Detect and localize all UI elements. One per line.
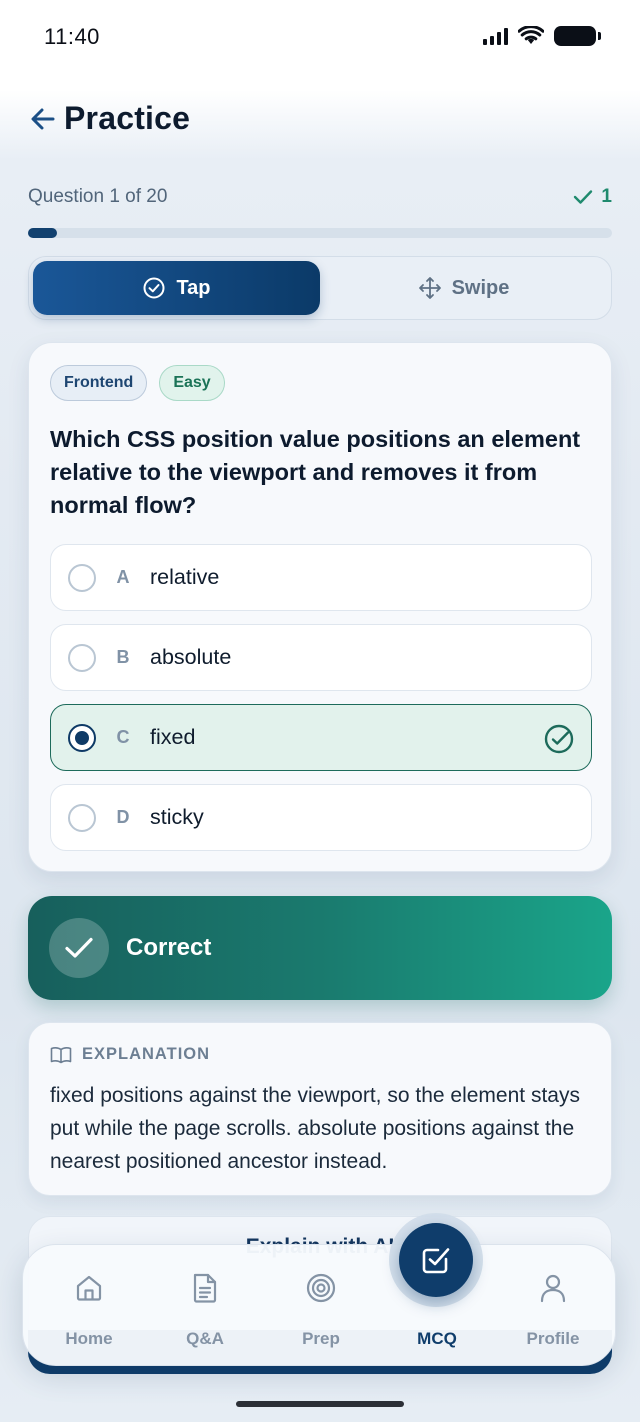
tab-prep[interactable]: Prep — [263, 1245, 379, 1367]
book-icon — [50, 1046, 72, 1063]
tab-qa[interactable]: Q&A — [147, 1245, 263, 1367]
tab-label: Q&A — [186, 1329, 224, 1348]
document-icon — [188, 1271, 222, 1305]
mode-swipe-label: Swipe — [451, 276, 510, 299]
option-d[interactable]: D sticky — [50, 784, 592, 851]
checkbox-icon — [422, 1248, 450, 1274]
question-card: Frontend Easy Which CSS position value p… — [28, 342, 612, 872]
checkmark-icon — [574, 190, 593, 204]
explanation-text: fixed positions against the viewport, so… — [50, 1084, 580, 1173]
tab-label: Prep — [302, 1329, 340, 1348]
explanation-card: EXPLANATION fixed positions against the … — [28, 1022, 612, 1196]
question-text: Which CSS position value positions an el… — [50, 426, 581, 518]
option-b[interactable]: B absolute — [50, 624, 592, 691]
difficulty-tag: Easy — [159, 365, 225, 401]
tab-label: Home — [65, 1329, 113, 1348]
option-letter: D — [116, 807, 130, 827]
explanation-heading-text: EXPLANATION — [82, 1045, 211, 1063]
status-time: 11:40 — [44, 24, 100, 49]
option-text: relative — [150, 565, 220, 589]
progress-bar-fill — [28, 228, 58, 238]
back-arrow-icon[interactable] — [28, 104, 58, 134]
mode-swipe-button[interactable]: Swipe — [320, 261, 607, 315]
mcq-fab-button[interactable] — [399, 1223, 473, 1297]
option-text: absolute — [150, 645, 232, 669]
result-label: Correct — [126, 934, 212, 961]
tab-home[interactable]: Home — [31, 1245, 147, 1367]
option-letter: A — [116, 567, 130, 587]
radio-button[interactable] — [68, 803, 96, 832]
move-arrows-icon — [418, 277, 441, 299]
mode-toggle: Tap Swipe — [28, 256, 612, 320]
home-indicator — [236, 1401, 404, 1407]
option-text: sticky — [150, 805, 204, 829]
correct-count-value: 1 — [601, 186, 612, 207]
option-text: fixed — [150, 725, 196, 749]
correct-check-icon — [544, 724, 574, 754]
target-icon — [304, 1271, 338, 1305]
tab-label: MCQ — [417, 1329, 457, 1348]
mode-tap-button[interactable]: Tap — [33, 261, 320, 315]
status-icons — [483, 26, 601, 46]
radio-button-selected[interactable] — [68, 723, 96, 752]
cellular-signal-icon — [483, 27, 508, 45]
check-circle-icon — [143, 277, 165, 299]
mode-tap-label: Tap — [176, 276, 211, 299]
wifi-icon — [518, 26, 544, 44]
question-tags: Frontend Easy — [50, 365, 225, 401]
radio-dot — [75, 730, 89, 745]
tab-profile[interactable]: Profile — [495, 1245, 611, 1367]
answer-options: A relative B absolute C fixed D sticky — [50, 544, 592, 851]
result-banner: Correct — [28, 896, 612, 1000]
option-letter: B — [116, 647, 130, 667]
radio-button[interactable] — [68, 643, 96, 672]
radio-button[interactable] — [68, 563, 96, 592]
bottom-tab-bar: Home Q&A Prep MCQ Profile — [22, 1244, 616, 1366]
progress-bar — [28, 228, 612, 238]
page-title: Practice — [64, 100, 191, 136]
home-icon — [72, 1271, 106, 1305]
correct-count: 1 — [573, 186, 612, 208]
tab-label: Profile — [526, 1329, 580, 1348]
question-counter: Question 1 of 20 — [28, 186, 168, 207]
explanation-heading: EXPLANATION — [50, 1045, 210, 1064]
option-letter: C — [116, 727, 130, 747]
option-a[interactable]: A relative — [50, 544, 592, 611]
result-check-icon — [49, 918, 109, 978]
user-icon — [536, 1271, 570, 1305]
battery-icon — [554, 26, 601, 46]
page-header: Practice — [28, 100, 190, 137]
topic-tag: Frontend — [50, 365, 148, 401]
option-c[interactable]: C fixed — [50, 704, 592, 771]
